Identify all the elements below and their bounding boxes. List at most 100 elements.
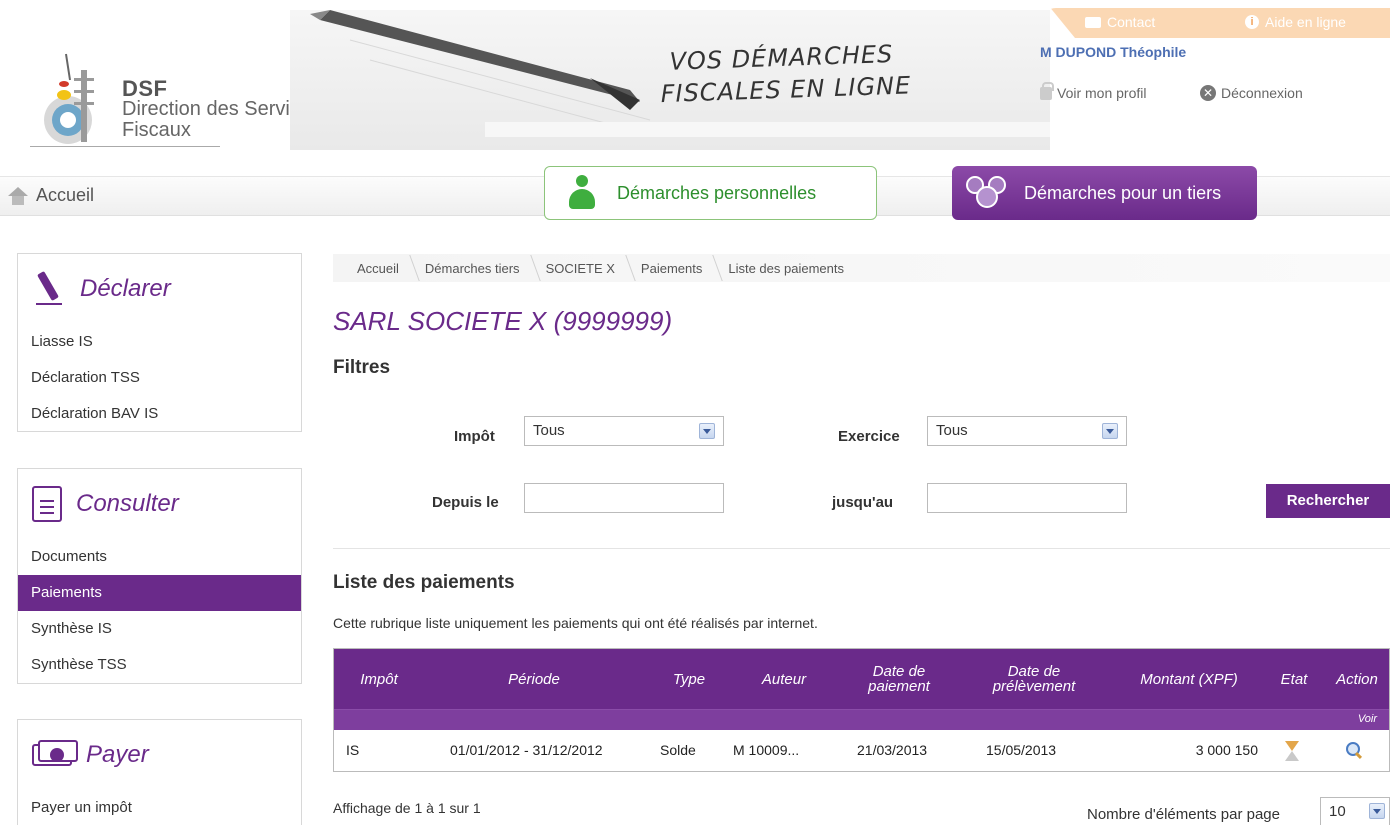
table-header: Impôt Période Type Auteur Date de paieme… xyxy=(334,649,1389,709)
slogan: VOS DÉMARCHES FISCALES EN LIGNE xyxy=(660,34,1001,109)
sidebar-item-declaration-bav-is[interactable]: Déclaration BAV IS xyxy=(18,396,301,432)
exercice-label: Exercice xyxy=(838,428,900,445)
magnifier-icon[interactable] xyxy=(1346,742,1362,758)
jusqu-label: jusqu'au xyxy=(832,494,894,511)
sidebar-item-paiements[interactable]: Paiements xyxy=(18,575,301,611)
impot-select-value: Tous xyxy=(533,422,565,439)
help-link[interactable]: i Aide en ligne xyxy=(1245,14,1346,30)
sidebar-item-synthese-is[interactable]: Synthèse IS xyxy=(18,611,301,647)
info-icon: i xyxy=(1245,15,1259,29)
document-icon xyxy=(32,486,62,522)
contact-link[interactable]: Contact xyxy=(1085,14,1155,30)
col-date-prelevement-line2: prélèvement xyxy=(992,678,1076,695)
sidebar-declarer: Déclarer Liasse IS Déclaration TSS Décla… xyxy=(17,253,302,432)
breadcrumb-societe[interactable]: SOCIETE X xyxy=(532,261,627,276)
sidebar-payer: Payer Payer un impôt xyxy=(17,719,302,825)
sidebar-item-synthese-tss[interactable]: Synthèse TSS xyxy=(18,647,301,683)
impot-select[interactable]: Tous xyxy=(524,416,724,446)
sidebar-item-declaration-tss[interactable]: Déclaration TSS xyxy=(18,360,301,396)
cell-date-paiement: 21/03/2013 xyxy=(857,742,928,758)
impot-label: Impôt xyxy=(454,428,495,445)
breadcrumb-current: Liste des paiements xyxy=(728,260,844,276)
cell-montant: 3 000 150 xyxy=(1195,742,1258,758)
breadcrumb-accueil[interactable]: Accueil xyxy=(333,261,411,276)
consulter-title: Consulter xyxy=(76,490,179,517)
sidebar-item-documents[interactable]: Documents xyxy=(18,539,301,575)
col-type[interactable]: Type xyxy=(649,649,729,709)
group-icon xyxy=(962,172,1012,212)
tab-third-party[interactable]: Démarches pour un tiers xyxy=(952,166,1257,220)
banner: VOS DÉMARCHES FISCALES EN LIGNE xyxy=(290,10,1050,150)
col-date-paiement-line1: Date de xyxy=(872,663,926,680)
cell-date-prelevement: 15/05/2013 xyxy=(986,742,1057,758)
chevron-down-icon xyxy=(1369,803,1385,819)
exercice-select[interactable]: Tous xyxy=(927,416,1127,446)
sidebar-consulter-title: Consulter xyxy=(18,469,301,539)
col-date-paiement[interactable]: Date de paiement xyxy=(839,649,959,709)
payer-title: Payer xyxy=(86,741,149,768)
logo-underline xyxy=(30,146,220,147)
chevron-down-icon xyxy=(699,423,715,439)
declarer-title: Déclarer xyxy=(80,275,171,302)
user-name: M DUPOND Théophile xyxy=(1040,44,1187,60)
cell-type: Solde xyxy=(660,742,696,758)
sidebar-declarer-title: Déclarer xyxy=(18,254,301,324)
cell-impot: IS xyxy=(346,742,360,758)
page-size-value: 10 xyxy=(1329,803,1346,820)
home-label: Accueil xyxy=(36,185,95,205)
logout-link[interactable]: ✕ Déconnexion xyxy=(1200,85,1303,101)
cell-auteur: M 10009... xyxy=(733,742,800,758)
close-icon: ✕ xyxy=(1200,85,1216,101)
dsf-emblem-icon xyxy=(44,53,94,144)
col-periode[interactable]: Période xyxy=(464,649,604,709)
page-size-label: Nombre d'éléments par page xyxy=(1087,806,1280,823)
sidebar-consulter: Consulter Documents Paiements Synthèse I… xyxy=(17,468,302,684)
filters-heading: Filtres xyxy=(333,357,391,378)
page-title: SARL SOCIETE X (9999999) xyxy=(333,306,673,336)
lock-icon xyxy=(1040,81,1054,100)
mail-icon xyxy=(1085,16,1101,28)
sidebar-item-liasse-is[interactable]: Liasse IS xyxy=(18,324,301,360)
tab-third-party-label: Démarches pour un tiers xyxy=(1024,182,1222,203)
col-montant[interactable]: Montant (XPF) xyxy=(1124,649,1254,709)
tab-personal-label: Démarches personnelles xyxy=(617,182,817,203)
profile-link[interactable]: Voir mon profil xyxy=(1040,81,1147,101)
chevron-down-icon xyxy=(1102,423,1118,439)
col-action-sub: Voir xyxy=(1357,713,1377,725)
col-date-paiement-line2: paiement xyxy=(868,678,930,695)
search-button[interactable]: Rechercher xyxy=(1266,484,1390,518)
divider xyxy=(333,548,1390,549)
tab-personal[interactable]: Démarches personnelles xyxy=(544,166,877,220)
money-icon xyxy=(32,738,82,772)
pagination-info: Affichage de 1 à 1 sur 1 xyxy=(333,800,481,816)
col-date-prelevement[interactable]: Date de prélèvement xyxy=(959,649,1109,709)
col-action: Action xyxy=(1336,670,1378,688)
header: DSF Direction des Services Fiscaux VOS D… xyxy=(0,0,1390,158)
col-etat[interactable]: Etat xyxy=(1269,649,1319,709)
col-impot[interactable]: Impôt xyxy=(334,649,424,709)
banner-stripe xyxy=(485,122,1050,137)
depuis-label: Depuis le xyxy=(432,494,499,511)
pencil-icon xyxy=(32,269,66,309)
profile-label: Voir mon profil xyxy=(1057,85,1147,101)
breadcrumb-demarches-tiers[interactable]: Démarches tiers xyxy=(411,261,532,276)
payments-table: Impôt Période Type Auteur Date de paieme… xyxy=(333,648,1390,772)
help-label: Aide en ligne xyxy=(1265,14,1346,30)
breadcrumb-paiements[interactable]: Paiements xyxy=(627,261,714,276)
home-icon xyxy=(8,186,28,205)
page-size-select[interactable]: 10 xyxy=(1320,797,1390,825)
exercice-select-value: Tous xyxy=(936,422,968,439)
sidebar-item-payer-impot[interactable]: Payer un impôt xyxy=(18,790,301,825)
jusqu-date-input[interactable] xyxy=(927,483,1127,513)
col-date-prelevement-line1: Date de xyxy=(1007,663,1061,680)
contact-label: Contact xyxy=(1107,14,1156,30)
table-subheader: Voir xyxy=(334,709,1389,730)
depuis-date-input[interactable] xyxy=(524,483,724,513)
cell-periode: 01/01/2012 - 31/12/2012 xyxy=(450,742,603,758)
sidebar-payer-title: Payer xyxy=(18,720,301,790)
list-heading: Liste des paiements xyxy=(333,572,515,593)
list-description: Cette rubrique liste uniquement les paie… xyxy=(333,615,818,631)
col-auteur[interactable]: Auteur xyxy=(739,649,829,709)
logout-label: Déconnexion xyxy=(1221,85,1303,101)
home-link[interactable]: Accueil xyxy=(8,185,94,206)
